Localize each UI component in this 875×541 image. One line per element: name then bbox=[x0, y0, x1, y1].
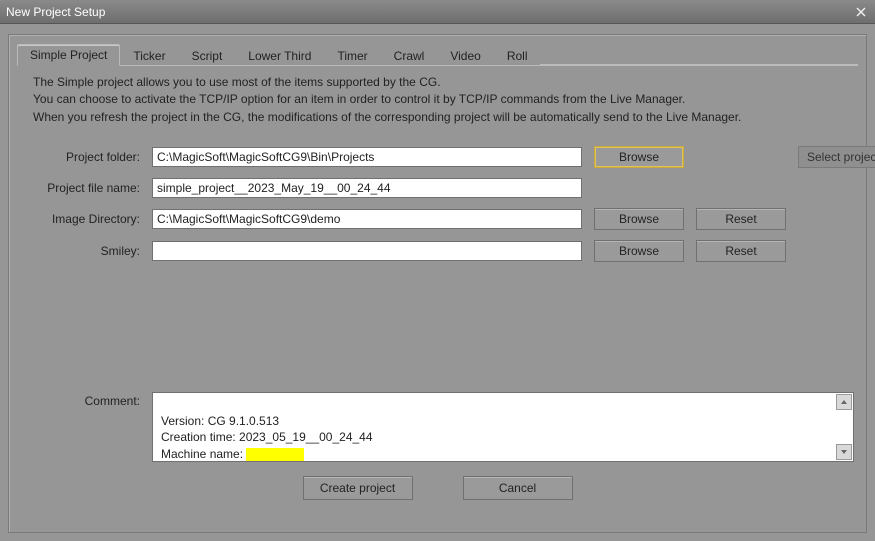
tab-lower-third[interactable]: Lower Third bbox=[235, 45, 324, 66]
description-line: You can choose to activate the TCP/IP op… bbox=[33, 91, 850, 108]
dialog-panel: Simple Project Ticker Script Lower Third… bbox=[8, 34, 867, 533]
scroll-down-icon[interactable] bbox=[836, 444, 852, 460]
tab-crawl[interactable]: Crawl bbox=[381, 45, 438, 66]
window-title: New Project Setup bbox=[6, 5, 853, 19]
tab-ticker[interactable]: Ticker bbox=[120, 45, 178, 66]
tab-bar: Simple Project Ticker Script Lower Third… bbox=[17, 43, 858, 66]
smiley-input[interactable] bbox=[152, 241, 582, 261]
scroll-up-icon[interactable] bbox=[836, 394, 852, 410]
title-bar: New Project Setup bbox=[0, 0, 875, 24]
comment-machine-line: Machine name: bbox=[161, 446, 845, 462]
cancel-button[interactable]: Cancel bbox=[463, 476, 573, 500]
browse-project-folder-button[interactable]: Browse bbox=[594, 146, 684, 168]
project-folder-label: Project folder: bbox=[25, 150, 140, 164]
browse-image-directory-button[interactable]: Browse bbox=[594, 208, 684, 230]
comment-textarea[interactable]: Version: CG 9.1.0.513 Creation time: 202… bbox=[152, 392, 854, 462]
browse-smiley-button[interactable]: Browse bbox=[594, 240, 684, 262]
project-folder-input[interactable] bbox=[152, 147, 582, 167]
smiley-label: Smiley: bbox=[25, 244, 140, 258]
description-text: The Simple project allows you to use mos… bbox=[33, 74, 850, 126]
tab-simple-project[interactable]: Simple Project bbox=[17, 44, 120, 66]
comment-label: Comment: bbox=[25, 392, 140, 462]
project-file-input[interactable] bbox=[152, 178, 582, 198]
reset-image-directory-button[interactable]: Reset bbox=[696, 208, 786, 230]
description-line: When you refresh the project in the CG, … bbox=[33, 109, 850, 126]
tab-roll[interactable]: Roll bbox=[494, 45, 541, 66]
description-line: The Simple project allows you to use mos… bbox=[33, 74, 850, 91]
tab-script[interactable]: Script bbox=[179, 45, 236, 66]
project-file-label: Project file name: bbox=[25, 181, 140, 195]
image-directory-label: Image Directory: bbox=[25, 212, 140, 226]
comment-creation-line: Creation time: 2023_05_19__00_24_44 bbox=[161, 429, 845, 445]
redacted-highlight bbox=[246, 448, 304, 461]
reset-smiley-button[interactable]: Reset bbox=[696, 240, 786, 262]
close-icon[interactable] bbox=[853, 4, 869, 20]
create-project-button[interactable]: Create project bbox=[303, 476, 413, 500]
image-directory-input[interactable] bbox=[152, 209, 582, 229]
select-path-hint: Select project path bbox=[798, 146, 875, 168]
tab-video[interactable]: Video bbox=[437, 45, 493, 66]
comment-version-line: Version: CG 9.1.0.513 bbox=[161, 413, 845, 429]
tab-timer[interactable]: Timer bbox=[324, 45, 380, 66]
